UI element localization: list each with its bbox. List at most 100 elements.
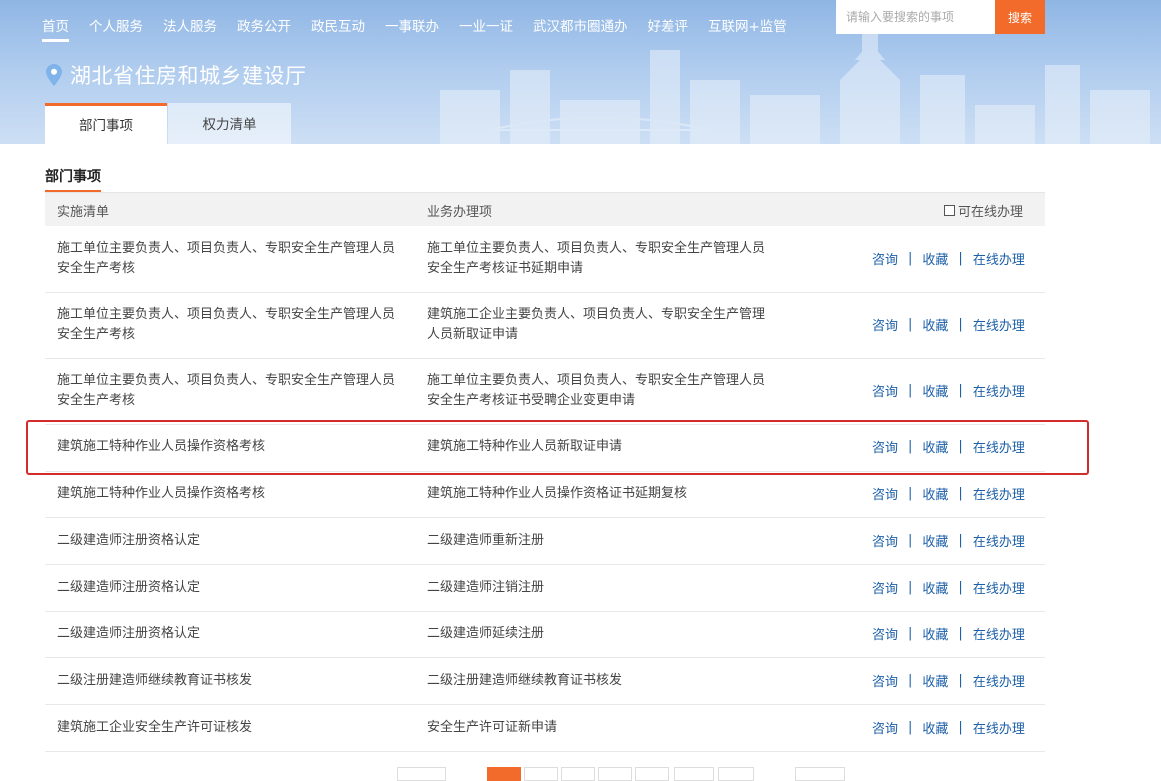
nav-item-one-industry-license[interactable]: 一业一证 [459, 17, 513, 39]
nav-item-public-interaction[interactable]: 政民互动 [311, 17, 365, 39]
row-list-text: 施工单位主要负责人、项目负责人、专职安全生产管理人员安全生产考核 [57, 373, 396, 408]
nav-item-home[interactable]: 首页 [42, 17, 69, 42]
row-item-text: 二级建造师重新注册 [427, 533, 545, 548]
row-item-text: 二级建造师延续注册 [427, 626, 545, 641]
row-item-text: 二级注册建造师继续教育证书核发 [427, 673, 623, 688]
online-apply-link[interactable]: 在线办理 [973, 578, 1025, 597]
separator: | [958, 580, 963, 595]
row-list-text: 二级建造师注册资格认定 [57, 533, 201, 548]
online-apply-link[interactable]: 在线办理 [973, 484, 1025, 503]
row-list-text: 建筑施工特种作业人员操作资格考核 [57, 439, 266, 454]
pagination-page-button[interactable] [598, 767, 632, 781]
online-filter-label: 可在线办理 [957, 205, 1023, 220]
favorite-link[interactable]: 收藏 [922, 381, 948, 400]
section-title: 部门事项 [45, 166, 101, 192]
row-actions: 咨询 | 收藏 | 在线办理 [872, 531, 1025, 550]
nav-item-wuhan-metro-circle[interactable]: 武汉都市圈通办 [533, 17, 628, 39]
pagination-page-button[interactable] [718, 767, 754, 781]
online-apply-link[interactable]: 在线办理 [973, 249, 1025, 268]
tab-department-items[interactable]: 部门事项 [45, 103, 167, 144]
online-apply-link[interactable]: 在线办理 [973, 718, 1025, 737]
separator: | [958, 383, 963, 398]
row-item-text: 安全生产许可证新申请 [427, 720, 558, 735]
row-item-text: 建筑施工特种作业人员新取证申请 [427, 439, 623, 454]
nav-item-review[interactable]: 好差评 [648, 17, 689, 39]
consult-link[interactable]: 咨询 [872, 671, 898, 690]
separator: | [958, 439, 963, 454]
checkbox-icon[interactable] [943, 205, 955, 216]
favorite-link[interactable]: 收藏 [922, 578, 948, 597]
row-list-text: 二级建造师注册资格认定 [57, 626, 201, 641]
separator: | [908, 720, 913, 735]
online-apply-link[interactable]: 在线办理 [973, 531, 1025, 550]
separator: | [908, 626, 913, 641]
separator: | [958, 673, 963, 688]
consult-link[interactable]: 咨询 [872, 624, 898, 643]
consult-link[interactable]: 咨询 [872, 578, 898, 597]
table-header: 实施清单 业务办理项 可在线办理 [45, 193, 1045, 226]
online-apply-link[interactable]: 在线办理 [973, 381, 1025, 400]
online-apply-link[interactable]: 在线办理 [973, 437, 1025, 456]
separator: | [908, 383, 913, 398]
pagination-page-button[interactable] [635, 767, 669, 781]
favorite-link[interactable]: 收藏 [922, 437, 948, 456]
nav-item-government-affairs-public[interactable]: 政务公开 [237, 17, 291, 39]
separator: | [908, 251, 913, 266]
row-item-text: 建筑施工特种作业人员操作资格证书延期复核 [427, 486, 688, 501]
separator: | [958, 533, 963, 548]
online-apply-link[interactable]: 在线办理 [973, 624, 1025, 643]
pagination-page-button[interactable] [561, 767, 595, 781]
separator: | [958, 486, 963, 501]
consult-link[interactable]: 咨询 [872, 437, 898, 456]
consult-link[interactable]: 咨询 [872, 484, 898, 503]
pagination-next-button[interactable] [795, 767, 845, 781]
favorite-link[interactable]: 收藏 [922, 484, 948, 503]
pagination-prev-button[interactable] [397, 767, 446, 781]
online-filter-checkbox[interactable]: 可在线办理 [943, 201, 1023, 220]
department-title: 湖北省住房和城乡建设厅 [70, 64, 307, 88]
separator: | [908, 439, 913, 454]
favorite-link[interactable]: 收藏 [922, 718, 948, 737]
row-list-text: 二级注册建造师继续教育证书核发 [57, 673, 253, 688]
consult-link[interactable]: 咨询 [872, 531, 898, 550]
favorite-link[interactable]: 收藏 [922, 624, 948, 643]
nav-item-internet-supervision[interactable]: 互联网+监管 [708, 17, 787, 39]
nav-item-personal-services[interactable]: 个人服务 [89, 17, 143, 39]
row-list-text: 二级建造师注册资格认定 [57, 580, 201, 595]
row-actions: 咨询 | 收藏 | 在线办理 [872, 671, 1025, 690]
table-row: 施工单位主要负责人、项目负责人、专职安全生产管理人员安全生产考核 建筑施工企业主… [45, 293, 1045, 359]
favorite-link[interactable]: 收藏 [922, 249, 948, 268]
row-actions: 咨询 | 收藏 | 在线办理 [872, 381, 1025, 400]
favorite-link[interactable]: 收藏 [922, 531, 948, 550]
table-row: 施工单位主要负责人、项目负责人、专职安全生产管理人员安全生产考核 施工单位主要负… [45, 359, 1045, 425]
online-apply-link[interactable]: 在线办理 [973, 315, 1025, 334]
search-input[interactable] [836, 0, 995, 34]
row-actions: 咨询 | 收藏 | 在线办理 [872, 249, 1025, 268]
row-actions: 咨询 | 收藏 | 在线办理 [872, 437, 1025, 456]
separator: | [908, 533, 913, 548]
pagination-page-button[interactable] [674, 767, 714, 781]
search-button[interactable]: 搜索 [995, 0, 1045, 34]
separator: | [908, 580, 913, 595]
tab-power-list[interactable]: 权力清单 [168, 103, 291, 144]
table-row: 二级注册建造师继续教育证书核发 二级注册建造师继续教育证书核发 咨询 | 收藏 … [45, 658, 1045, 705]
location-pin-icon [46, 64, 62, 86]
column-header-implementation-list: 实施清单 [57, 205, 110, 220]
consult-link[interactable]: 咨询 [872, 381, 898, 400]
table-row: 建筑施工特种作业人员操作资格考核 建筑施工特种作业人员操作资格证书延期复核 咨询… [45, 472, 1045, 518]
online-apply-link[interactable]: 在线办理 [973, 671, 1025, 690]
table-row-highlighted: 建筑施工特种作业人员操作资格考核 建筑施工特种作业人员新取证申请 咨询 | 收藏… [45, 425, 1045, 472]
pagination-current-page[interactable] [487, 767, 521, 781]
consult-link[interactable]: 咨询 [872, 249, 898, 268]
nav-item-legal-entity-services[interactable]: 法人服务 [163, 17, 217, 39]
nav-item-one-thing-service[interactable]: 一事联办 [385, 17, 439, 39]
consult-link[interactable]: 咨询 [872, 718, 898, 737]
pagination-page-button[interactable] [524, 767, 558, 781]
separator: | [958, 720, 963, 735]
consult-link[interactable]: 咨询 [872, 315, 898, 334]
favorite-link[interactable]: 收藏 [922, 315, 948, 334]
separator: | [908, 486, 913, 501]
favorite-link[interactable]: 收藏 [922, 671, 948, 690]
row-actions: 咨询 | 收藏 | 在线办理 [872, 718, 1025, 737]
column-header-business-item: 业务办理项 [427, 205, 493, 220]
